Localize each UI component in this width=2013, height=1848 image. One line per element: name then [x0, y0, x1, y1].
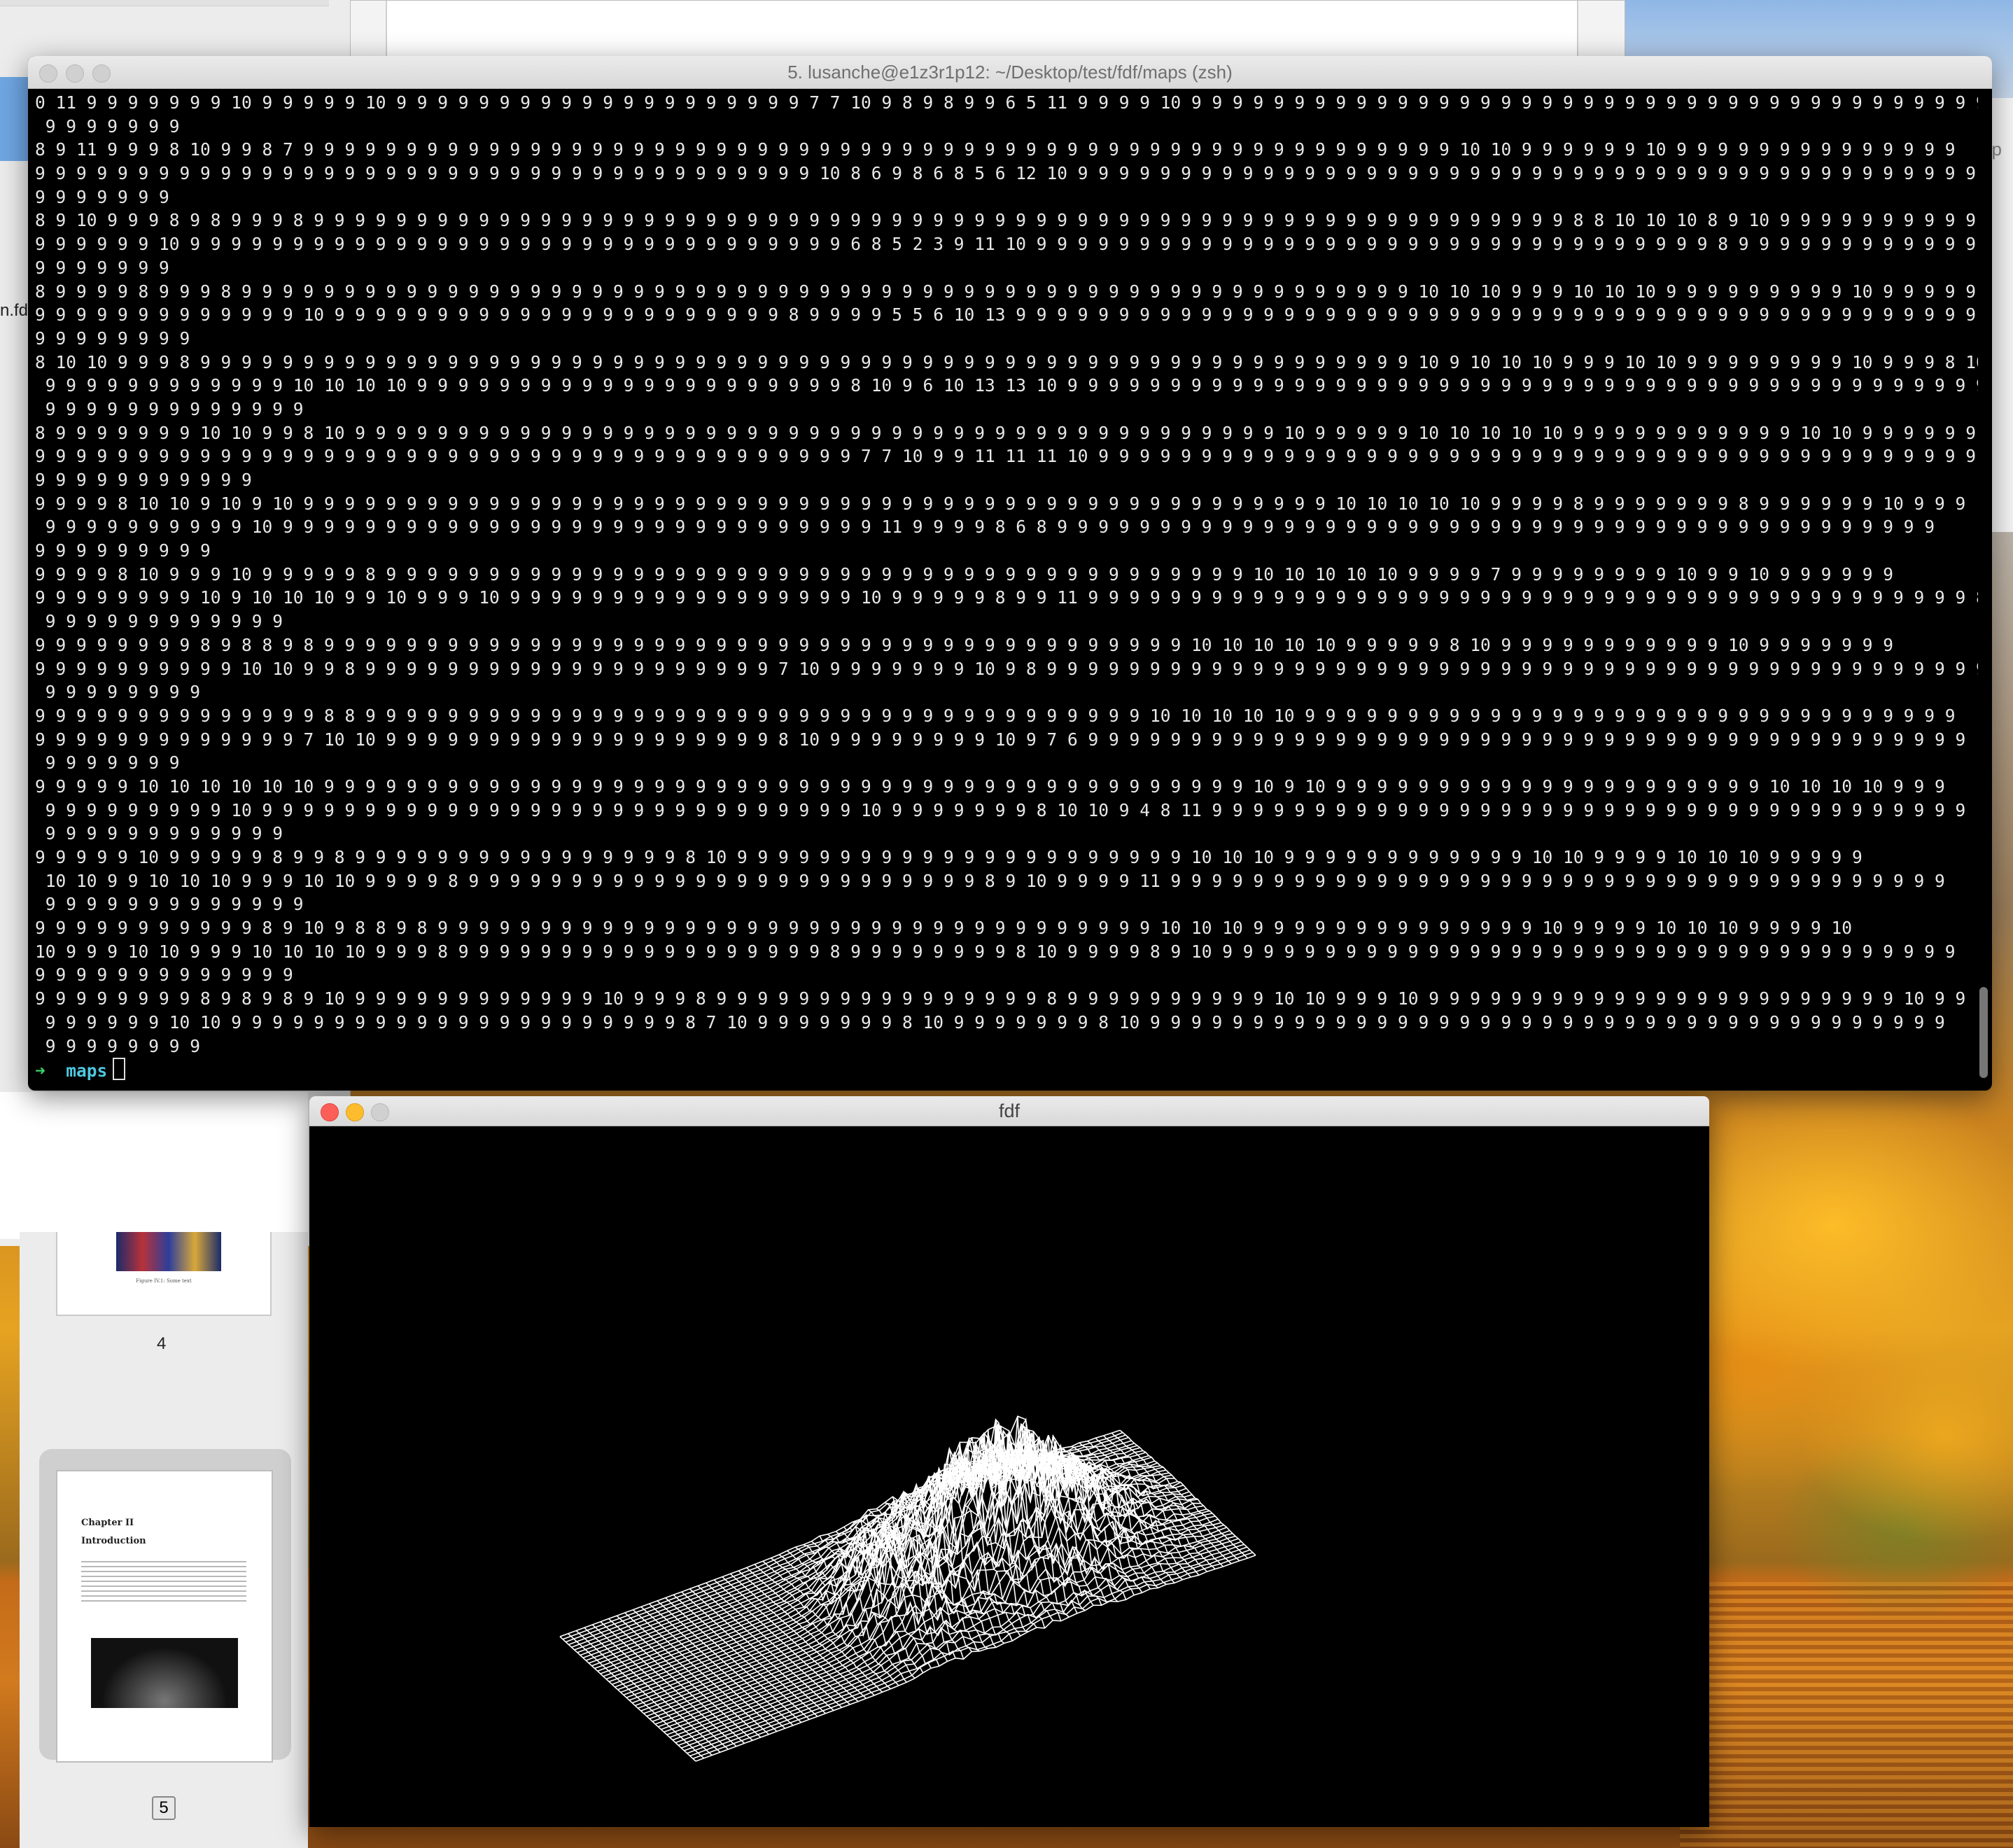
terminal-line: 9 9 9 9 9 9 10 9 9 9 9 9 9 9 9 9 9 9 9 9…	[35, 234, 1977, 255]
terminal-line: 9 9 9 9 9 9 9 9 9 9 9 9 9 10 9 9 9 9 9 9…	[35, 304, 1977, 326]
terminal-line: 9 9 9 9 9 9 9 9 9 9 9 9 9	[35, 894, 304, 915]
page-number-5: 5	[152, 1796, 176, 1820]
text-cursor	[113, 1058, 126, 1081]
terminal-line: 8 9 11 9 9 9 8 10 9 9 8 7 9 9 9 9 9 9 9 …	[35, 139, 1956, 160]
terminal-scrollbar[interactable]	[1979, 987, 1988, 1078]
terminal-line: 9 9 9 9 9 9 9 9 9 9 9	[35, 470, 252, 490]
thumbnail-sidebar[interactable]: Figure IV.1: Some text 4 Chapter II Intr…	[20, 1232, 308, 1848]
wireframe-column	[624, 1612, 762, 1738]
terminal-line: 0 11 9 9 9 9 9 9 9 10 9 9 9 9 9 10 9 9 9…	[35, 92, 1978, 113]
wireframe-column	[648, 1603, 786, 1729]
prompt-directory: maps	[45, 1060, 108, 1082]
terminal-line: 9 9 9 9 9 9 9	[35, 186, 169, 207]
terminal-line: 9 9 9 9 9 9 9 9 9 9 9 9 10 10 10 10 9 9 …	[35, 375, 1978, 396]
fdf-window[interactable]: fdf	[309, 1096, 1709, 1827]
terminal-line: 9 9 9 9 9 9 9 9 9 9 9 8 9 10 9 8 8 9 8 9…	[35, 918, 1853, 939]
terminal-line: 8 9 9 9 9 9 9 9 10 10 9 9 8 10 9 9 9 9 9…	[35, 422, 1977, 443]
wireframe-column	[608, 1618, 745, 1744]
terminal-titlebar[interactable]: 5. lusanche@e1z3r1p12: ~/Desktop/test/fd…	[28, 56, 1992, 89]
terminal-line: 8 10 10 9 9 9 8 9 9 9 9 9 9 9 9 9 9 9 9 …	[35, 351, 1978, 372]
wireframe-column	[600, 1621, 737, 1747]
terminal-line: 9 9 9 9 8 10 9 9 9 10 9 9 9 9 9 8 9 9 9 …	[35, 564, 1894, 584]
terminal-line: 9 9 9 9 9 9 9 9 9 9 9 9 9 9 9 9 9 9 9 9 …	[35, 163, 1978, 184]
prompt-arrow-icon: ➜	[35, 1060, 45, 1082]
wireframe-column	[665, 1597, 802, 1723]
wireframe-render[interactable]	[309, 1127, 1709, 1827]
page-number-4: 4	[157, 1334, 167, 1353]
terminal-line: 9 9 9 9 9 10 9 9 9 9 9 8 9 9 8 9 9 9 9 9…	[35, 847, 1863, 867]
terminal-line: 9 9 9 9 9 9 9	[35, 752, 180, 774]
terminal-line: 9 9 9 9 9 10 10 10 10 10 10 9 9 9 9 9 9 …	[35, 776, 1945, 797]
terminal-line: 8 9 10 9 9 9 8 9 8 9 9 9 8 9 9 9 9 9 9 9…	[35, 210, 1978, 231]
wireframe-column	[616, 1615, 753, 1741]
thumbnail-figure	[116, 1232, 221, 1271]
terminal-line: 9 9 9 9 9 9 9 9 9 9 9 9	[35, 611, 283, 632]
wireframe-column	[591, 1624, 729, 1750]
terminal-line: 9 9 9 9 9 9 9 9 9 9 9 9 9 9 9 9 9 9 9 9 …	[35, 446, 1978, 467]
page-thumbnail-4[interactable]: Figure IV.1: Some text	[56, 1232, 272, 1316]
terminal-line: 9 9 9 9 9 9 9 9 9 9 9 9 9 9 8 8 9 9 9 9 …	[35, 705, 1956, 726]
terminal-line: 9 9 9 9 9 9 9 9 9	[35, 540, 211, 561]
terminal-line: 9 9 9 9 9 9 9 9 9 9 10 9 9 9 9 9 9 9 9 9…	[35, 517, 1935, 538]
terminal-title: 5. lusanche@e1z3r1p12: ~/Desktop/test/fd…	[787, 62, 1233, 83]
wireframe-column	[657, 1600, 794, 1726]
wireframe-row	[678, 1538, 1239, 1746]
terminal-line: 9 9 9 9 9 9 9	[35, 257, 169, 278]
wireframe-column	[632, 1609, 769, 1735]
terminal-line: 10 9 9 9 10 10 9 9 9 10 10 10 10 9 9 9 8…	[35, 941, 1956, 962]
wireframe-column	[559, 1636, 696, 1762]
wireframe-row	[664, 1524, 1224, 1733]
thumbnail-chapter-title: Chapter II	[81, 1518, 134, 1528]
wireframe-column	[584, 1627, 721, 1753]
page-thumbnail-5-selected[interactable]: Chapter II Introduction	[39, 1449, 291, 1763]
terminal-line: 9 9 9 9 9 9 10 10 9 9 9 9 9 9 9 9 9 9 9 …	[35, 1011, 1945, 1032]
page-thumbnail-5[interactable]: Chapter II Introduction	[56, 1470, 273, 1763]
terminal-line: 9 9 9 9 9 9 9 9 8 9 8 8 9 8 9 9 9 9 9 9 …	[35, 634, 1894, 655]
fdf-titlebar[interactable]: fdf	[309, 1096, 1709, 1126]
terminal-window[interactable]: 5. lusanche@e1z3r1p12: ~/Desktop/test/fd…	[28, 56, 1992, 1091]
terminal-line: 9 9 9 9 9 9 9 9 9 9 9 9 9	[35, 965, 293, 986]
terminal-line: 9 9 9 9 9 9 9 9 9 10 9 9 9 9 9 9 9 9 9 9…	[35, 799, 1966, 820]
thumbnail-paragraph	[81, 1561, 246, 1602]
terminal-line: 9 9 9 9 9 9 9 9	[35, 682, 201, 703]
preview-toolbar	[0, 0, 329, 6]
fdf-title: fdf	[998, 1100, 1020, 1121]
wireframe-row	[661, 1522, 1221, 1730]
thumbnail-caption: Figure IV.1: Some text	[136, 1278, 192, 1284]
lake-reflection	[1680, 1582, 2013, 1848]
terminal-line: 9 9 9 9 9 9 9 9	[35, 1035, 201, 1056]
thumbnail-figure	[91, 1638, 238, 1708]
terminal-line: 9 9 9 9 9 9 9 9 8 9 8 9 8 9 10 9 9 9 9 9…	[35, 988, 1966, 1009]
preview-blank-area	[0, 1092, 308, 1239]
wireframe-grid	[559, 1415, 1256, 1762]
terminal-line: 8 9 9 9 9 8 9 9 9 8 9 9 9 9 9 9 9 9 9 9 …	[35, 281, 1977, 302]
terminal-line: 9 9 9 9 9 9 9 9	[35, 328, 190, 349]
wireframe-column	[640, 1606, 778, 1732]
terminal-line: 9 9 9 9 9 9 9	[35, 115, 180, 136]
terminal-line: 9 9 9 9 9 9 9 9 9 9 9 9 9	[35, 398, 304, 419]
terminal-line: 9 9 9 9 9 9 9 9 9 9 9 9 9 7 10 10 9 9 9 …	[35, 729, 1966, 750]
terminal-line: 10 10 9 9 10 10 10 9 9 9 10 10 9 9 9 9 8…	[35, 870, 1945, 891]
terminal-prompt[interactable]: ➜ maps	[35, 1058, 1978, 1082]
terminal-line: 9 9 9 9 9 9 9 9 9 9 10 10 9 9 8 9 9 9 9 …	[35, 658, 1978, 679]
wireframe-column	[568, 1633, 705, 1759]
wireframe-column	[575, 1630, 713, 1756]
selected-file-highlight	[0, 77, 28, 161]
terminal-output[interactable]: 0 11 9 9 9 9 9 9 9 10 9 9 9 9 9 10 9 9 9…	[35, 91, 1978, 1091]
terminal-line: 9 9 9 9 9 9 9 9 9 9 9 9	[35, 823, 283, 844]
wireframe-column	[770, 1558, 907, 1683]
terminal-line: 9 9 9 9 8 10 10 9 10 9 10 9 9 9 9 9 9 9 …	[35, 493, 1966, 514]
thumbnail-section-title: Introduction	[81, 1536, 146, 1546]
terminal-line: 9 9 9 9 9 9 9 9 10 9 10 10 10 9 9 10 9 9…	[35, 587, 1978, 608]
